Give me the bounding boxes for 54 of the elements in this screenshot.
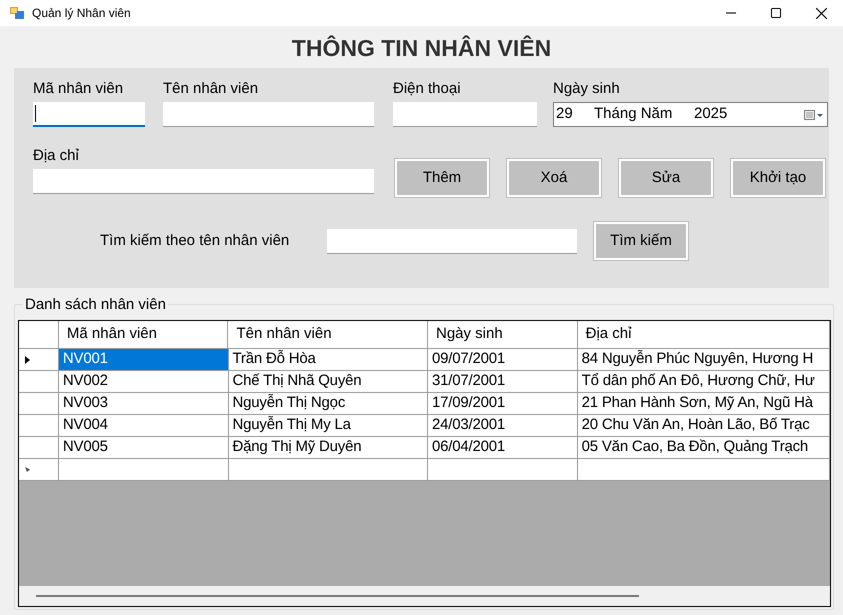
- text-cursor: [35, 105, 36, 122]
- table-cell[interactable]: 84 Nguyễn Phúc Nguyên, Hương H: [578, 349, 830, 370]
- table-cell[interactable]: Nguyễn Thị Ngọc: [228, 393, 428, 414]
- column-header[interactable]: Mã nhân viên: [58, 321, 228, 348]
- horizontal-scrollbar[interactable]: [19, 586, 830, 606]
- close-icon[interactable]: [816, 8, 827, 18]
- scrollbar-thumb[interactable]: [36, 595, 639, 597]
- table-cell[interactable]: Tổ dân phố An Đô, Hương Chữ, Hư: [578, 371, 830, 392]
- field-label: Tìm kiếm theo tên nhân viên: [100, 230, 290, 251]
- table-cell[interactable]: Chế Thị Nhã Quyên: [228, 371, 428, 392]
- table-cell[interactable]: 05 Văn Cao, Ba Đồn, Quảng Trạch: [578, 437, 830, 458]
- input-field[interactable]: [33, 169, 374, 194]
- table-cell[interactable]: 21 Phan Hành Sơn, Mỹ An, Ngũ Hà: [578, 393, 830, 414]
- table-cell[interactable]: Nguyễn Thị My La: [228, 415, 428, 436]
- field-label: Mã nhân viên: [33, 79, 124, 99]
- date-part[interactable]: 2025: [694, 103, 799, 126]
- table-cell[interactable]: NV003: [58, 393, 228, 414]
- input-field[interactable]: [393, 102, 537, 127]
- field-label: Tên nhân viên: [163, 79, 260, 99]
- table-cell[interactable]: 24/03/2001: [428, 415, 578, 436]
- search-field[interactable]: [327, 228, 577, 254]
- table-cell[interactable]: 20 Chu Văn An, Hoàn Lão, Bố Trạc: [578, 415, 830, 436]
- form-heading: THÔNG TIN NHÂN VIÊN: [292, 34, 552, 63]
- table-cell[interactable]: NV005: [58, 437, 228, 458]
- calendar-dropdown-icon[interactable]: [804, 108, 824, 120]
- action-button[interactable]: Xoá: [507, 159, 601, 197]
- table-cell[interactable]: NV004: [58, 415, 228, 436]
- table-cell[interactable]: 09/07/2001: [428, 349, 578, 370]
- field-label: Địa chỉ: [33, 146, 80, 166]
- column-header[interactable]: Ngày sinh: [428, 321, 578, 348]
- column-header[interactable]: Địa chỉ: [578, 321, 830, 348]
- input-field[interactable]: [33, 102, 145, 127]
- table-cell[interactable]: Đặng Thị Mỹ Duyên: [228, 437, 428, 458]
- field-label: Điện thoại: [393, 79, 462, 99]
- input-field[interactable]: [163, 102, 374, 127]
- field-label: Ngày sinh: [553, 79, 621, 99]
- table-cell[interactable]: NV001: [58, 349, 228, 370]
- window-title: Quản lý Nhân viên: [32, 5, 131, 22]
- table-cell[interactable]: 17/09/2001: [428, 393, 578, 414]
- search-button[interactable]: Tìm kiếm: [594, 222, 688, 260]
- table-cell[interactable]: NV002: [58, 371, 228, 392]
- maximize-icon[interactable]: [771, 8, 781, 18]
- table-cell[interactable]: 31/07/2001: [428, 371, 578, 392]
- date-part[interactable]: Tháng Năm: [594, 103, 694, 126]
- date-part[interactable]: 29: [556, 103, 594, 126]
- action-button[interactable]: Thêm: [395, 159, 489, 197]
- table-cell[interactable]: Trần Đỗ Hòa: [228, 349, 428, 370]
- action-button[interactable]: Sửa: [619, 159, 713, 197]
- new-row-icon: [25, 467, 30, 472]
- app-icon: [10, 6, 24, 20]
- column-header[interactable]: Tên nhân viên: [228, 321, 428, 348]
- date-picker[interactable]: 29 Tháng Năm 2025: [553, 102, 828, 127]
- table-cell[interactable]: 06/04/2001: [428, 437, 578, 458]
- action-button[interactable]: Khởi tạo: [731, 159, 825, 197]
